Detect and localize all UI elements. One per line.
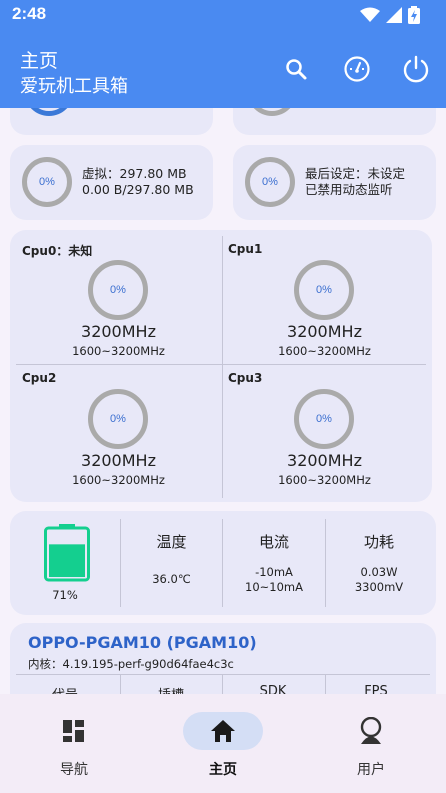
status-icons [360, 6, 420, 24]
cpu-usage-ring: 0% [88, 389, 148, 449]
cpu-usage-ring: 0% [88, 260, 148, 320]
temperature-col: 温度 36.0℃ [121, 511, 222, 615]
slot-header: 插槽 [121, 684, 221, 694]
cpu-card[interactable]: Cpu0：未知 0% 3200MHz 1600~3200MHz Cpu1 0% … [10, 230, 432, 502]
app-bar: 主页 爱玩机工具箱 [0, 30, 446, 108]
current-col: 电流 -10mA 10~10mA [223, 511, 325, 615]
nav-item-navigation[interactable]: 导航 [14, 694, 134, 793]
cpu-freq: 3200MHz [81, 322, 156, 341]
power-title: 功耗 [363, 533, 394, 551]
cpu-core-2: Cpu2 0% 3200MHz 1600~3200MHz [16, 365, 221, 493]
voltage-value: 3300mV [354, 580, 404, 594]
nav-label: 用户 [357, 762, 385, 778]
cpu-freq: 3200MHz [287, 451, 362, 470]
wifi-icon [360, 7, 380, 22]
current-title: 电流 [258, 533, 289, 551]
swap-line1: 虚拟：297.80 MB [82, 166, 187, 181]
cpu-percent: 0% [110, 413, 126, 425]
monitor-stat: 0% 最后设定：未设定 已禁用动态监听 [245, 157, 405, 207]
speedometer-button[interactable] [340, 52, 374, 86]
monitor-ring: 0% [245, 157, 295, 207]
nav-label: 导航 [60, 762, 88, 778]
battery-level: 71% [52, 588, 78, 602]
cpu-freq: 3200MHz [287, 322, 362, 341]
home-icon [211, 720, 235, 742]
power-value: 0.03W [360, 565, 398, 579]
cpu-range: 1600~3200MHz [278, 473, 371, 487]
battery-level-icon [44, 524, 90, 582]
storage-card[interactable] [233, 108, 436, 135]
cpu-percent: 0% [316, 413, 332, 425]
search-icon [286, 59, 307, 80]
battery-level-col: 71% [10, 511, 120, 615]
cpu-freq: 3200MHz [81, 451, 156, 470]
cpu-range: 1600~3200MHz [72, 344, 165, 358]
battery-fill [49, 544, 85, 577]
cpu-percent: 0% [110, 284, 126, 296]
storage-ring [247, 108, 297, 116]
bottom-nav: 导航 主页 用户 [0, 694, 446, 793]
cpu-label: Cpu3 [228, 371, 263, 385]
main-content[interactable]: 0% 虚拟：297.80 MB 0.00 B/297.80 MB 0% 最后设定… [0, 108, 446, 694]
cpu-core-3: Cpu3 0% 3200MHz 1600~3200MHz [222, 365, 427, 493]
swap-ring: 0% [22, 157, 72, 207]
cpu-label: Cpu2 [22, 371, 57, 385]
dashboard-icon [63, 720, 84, 742]
sdk-header: SDK [259, 684, 287, 694]
swap-stat: 0% 虚拟：297.80 MB 0.00 B/297.80 MB [22, 157, 194, 207]
cpu-label: Cpu0：未知 [22, 244, 93, 258]
cpu-usage-ring: 0% [294, 260, 354, 320]
monitor-line1: 最后设定：未设定 [305, 166, 406, 181]
swap-lines: 虚拟：297.80 MB 0.00 B/297.80 MB [82, 166, 194, 198]
search-button[interactable] [279, 52, 313, 86]
monitor-card[interactable]: 0% 最后设定：未设定 已禁用动态监听 [233, 145, 436, 220]
device-divider [16, 674, 430, 675]
cpu-core-1: Cpu1 0% 3200MHz 1600~3200MHz [222, 236, 427, 364]
device-name: OPPO-PGAM10 (PGAM10) [28, 633, 257, 652]
cpu-range: 1600~3200MHz [72, 473, 165, 487]
monitor-percent: 0% [262, 176, 278, 188]
monitor-line2: 已禁用动态监听 [305, 182, 393, 197]
nav-icon-container [331, 712, 411, 750]
cpu-core-0: Cpu0：未知 0% 3200MHz 1600~3200MHz [16, 236, 221, 364]
current-value: -10mA [255, 565, 293, 579]
app-subtitle: 爱玩机工具箱 [20, 76, 128, 97]
memory-ring [24, 108, 74, 116]
kernel-version: 内核：4.19.195-perf-g90d64fae4c3c [28, 657, 234, 671]
signal-icon [386, 7, 402, 23]
user-icon [360, 717, 382, 744]
nav-icon-container [183, 712, 263, 750]
battery-status-icon [408, 6, 420, 24]
nav-item-home[interactable]: 主页 [163, 694, 283, 793]
nav-item-user[interactable]: 用户 [311, 694, 431, 793]
nav-label: 主页 [209, 762, 237, 778]
cpu-percent: 0% [316, 284, 332, 296]
status-bar: 2:48 [0, 0, 446, 30]
power-icon [403, 55, 429, 83]
screen: 2:48 主页 爱玩机工具箱 0% 虚拟：297.80 MB 0.00 B/29… [0, 0, 446, 793]
page-title: 主页 [20, 50, 59, 72]
swap-card[interactable]: 0% 虚拟：297.80 MB 0.00 B/297.80 MB [10, 145, 213, 220]
cpu-label: Cpu1 [228, 242, 263, 256]
power-col: 功耗 0.03W 3300mV [326, 511, 432, 615]
cpu-usage-ring: 0% [294, 389, 354, 449]
speedometer-icon [344, 56, 370, 82]
fps-header: FPS [364, 684, 388, 694]
swap-line2: 0.00 B/297.80 MB [82, 182, 194, 197]
current-range: 10~10mA [245, 580, 303, 594]
swap-percent: 0% [39, 176, 55, 188]
device-card[interactable]: OPPO-PGAM10 (PGAM10) 内核：4.19.195-perf-g9… [10, 623, 436, 694]
memory-card[interactable] [10, 108, 213, 135]
codename-header: 代号 [15, 684, 115, 694]
cpu-range: 1600~3200MHz [278, 344, 371, 358]
nav-icon-container [34, 712, 114, 750]
battery-card[interactable]: 71% 温度 36.0℃ 电流 -10mA 10~10mA 功耗 0.03W 3… [10, 511, 436, 615]
temperature-value: 36.0℃ [152, 572, 191, 586]
monitor-lines: 最后设定：未设定 已禁用动态监听 [305, 166, 405, 198]
temperature-title: 温度 [156, 533, 187, 551]
power-button[interactable] [399, 52, 433, 86]
status-time: 2:48 [12, 4, 47, 23]
